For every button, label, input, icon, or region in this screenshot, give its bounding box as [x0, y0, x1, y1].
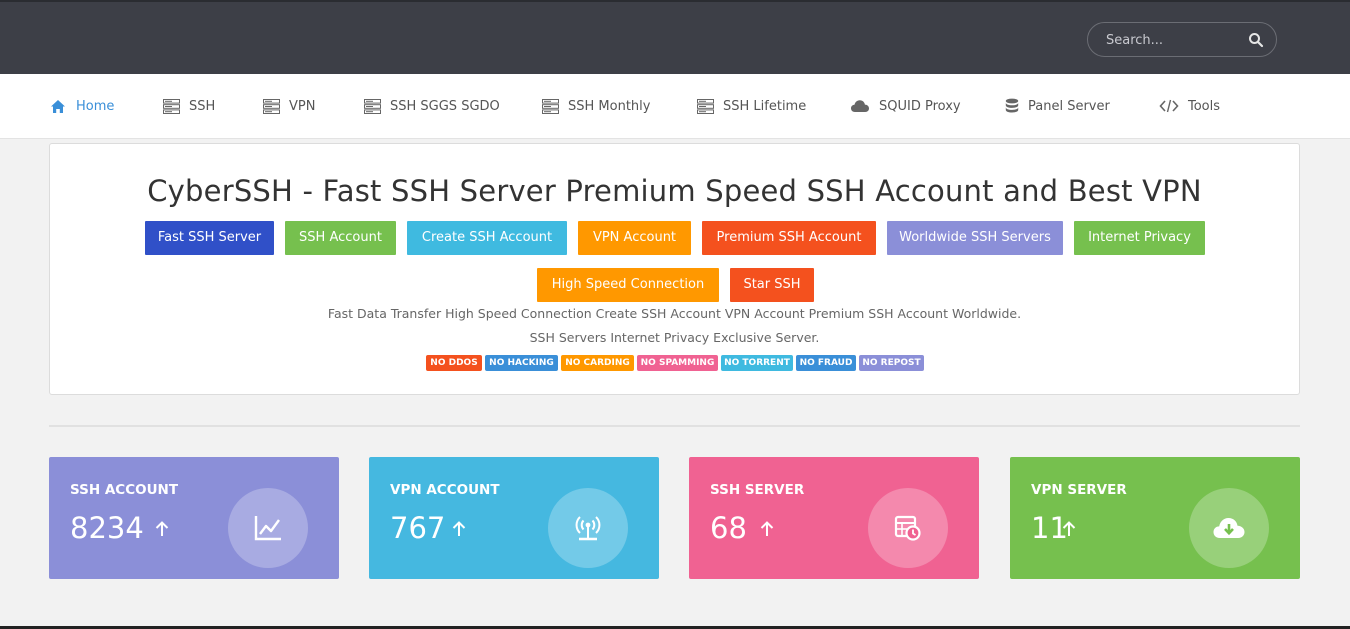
worldwide-ssh-servers-button[interactable]: Worldwide SSH Servers — [887, 221, 1063, 255]
cloud-download-icon — [1189, 488, 1269, 568]
stat-card-ssh-account: SSH ACCOUNT 8234 — [49, 457, 339, 579]
main-navigation: Home SSH VPN SSH SGGS SGDO SSH Monthly S… — [0, 74, 1350, 139]
section-divider — [49, 425, 1300, 427]
stat-value: 767 — [390, 511, 446, 545]
server-icon — [363, 98, 381, 114]
no-spamming-badge: NO SPAMMING — [637, 355, 718, 371]
search-input[interactable] — [1106, 31, 1246, 49]
stat-title: VPN ACCOUNT — [390, 482, 500, 498]
nav-ssh-sggs-sgdo-label: SSH SGGS SGDO — [390, 98, 500, 114]
home-icon — [49, 98, 67, 114]
database-icon — [1004, 98, 1019, 114]
server-icon — [541, 98, 559, 114]
search-icon[interactable] — [1248, 32, 1264, 48]
arrow-up-icon — [760, 521, 774, 536]
nav-ssh[interactable]: SSH — [162, 96, 215, 116]
description-line-2: SSH Servers Internet Privacy Exclusive S… — [529, 330, 820, 345]
star-ssh-button[interactable]: Star SSH — [730, 268, 814, 302]
stat-card-ssh-server: SSH SERVER 68 — [689, 457, 979, 579]
no-torrent-badge: NO TORRENT — [721, 355, 793, 371]
top-header-bar — [0, 0, 1350, 74]
nav-ssh-sggs-sgdo[interactable]: SSH SGGS SGDO — [363, 96, 500, 116]
premium-ssh-account-button[interactable]: Premium SSH Account — [702, 221, 876, 255]
nav-home-label: Home — [76, 98, 115, 114]
search-box[interactable] — [1087, 22, 1277, 57]
code-icon — [1159, 98, 1179, 114]
stat-title: SSH ACCOUNT — [70, 482, 179, 498]
server-icon — [262, 98, 280, 114]
create-ssh-account-button[interactable]: Create SSH Account — [407, 221, 567, 255]
description-line-1: Fast Data Transfer High Speed Connection… — [327, 306, 1022, 321]
nav-vpn-label: VPN — [289, 98, 316, 114]
vpn-account-button[interactable]: VPN Account — [578, 221, 691, 255]
no-hacking-badge: NO HACKING — [485, 355, 558, 371]
no-repost-badge: NO REPOST — [859, 355, 924, 371]
wifi-tower-icon — [548, 488, 628, 568]
arrow-up-icon — [452, 521, 466, 536]
arrow-up-icon — [155, 521, 169, 536]
stat-title: VPN SERVER — [1031, 482, 1127, 498]
high-speed-connection-button[interactable]: High Speed Connection — [537, 268, 719, 302]
internet-privacy-button[interactable]: Internet Privacy — [1074, 221, 1205, 255]
nav-tools-label: Tools — [1188, 98, 1221, 114]
no-carding-badge: NO CARDING — [561, 355, 634, 371]
nav-squid-proxy[interactable]: SQUID Proxy — [850, 96, 961, 116]
cloud-icon — [850, 98, 870, 114]
nav-ssh-label: SSH — [189, 98, 216, 114]
calendar-clock-icon — [868, 488, 948, 568]
nav-panel-server[interactable]: Panel Server — [1004, 96, 1110, 116]
nav-vpn[interactable]: VPN — [262, 96, 315, 116]
nav-panel-server-label: Panel Server — [1028, 98, 1110, 114]
nav-ssh-monthly-label: SSH Monthly — [568, 98, 651, 114]
stat-card-vpn-account: VPN ACCOUNT 767 — [369, 457, 659, 579]
nav-ssh-monthly[interactable]: SSH Monthly — [541, 96, 650, 116]
arrow-up-icon — [1062, 521, 1076, 536]
hero-panel: CyberSSH - Fast SSH Server Premium Speed… — [49, 143, 1300, 395]
line-chart-icon — [228, 488, 308, 568]
stat-card-vpn-server: VPN SERVER 11 — [1010, 457, 1300, 579]
nav-tools[interactable]: Tools — [1159, 96, 1220, 116]
no-fraud-badge: NO FRAUD — [796, 355, 856, 371]
stat-value: 8234 — [70, 511, 144, 545]
stat-title: SSH SERVER — [710, 482, 805, 498]
fast-ssh-server-button[interactable]: Fast SSH Server — [145, 221, 274, 255]
server-icon — [162, 98, 180, 114]
server-icon — [696, 98, 714, 114]
stat-value: 68 — [710, 511, 747, 545]
ssh-account-button[interactable]: SSH Account — [285, 221, 396, 255]
nav-squid-proxy-label: SQUID Proxy — [879, 98, 961, 114]
page-title: CyberSSH - Fast SSH Server Premium Speed… — [147, 174, 1202, 208]
nav-ssh-lifetime-label: SSH Lifetime — [723, 98, 807, 114]
nav-ssh-lifetime[interactable]: SSH Lifetime — [696, 96, 806, 116]
nav-home[interactable]: Home — [49, 96, 114, 116]
no-ddos-badge: NO DDOS — [426, 355, 482, 371]
